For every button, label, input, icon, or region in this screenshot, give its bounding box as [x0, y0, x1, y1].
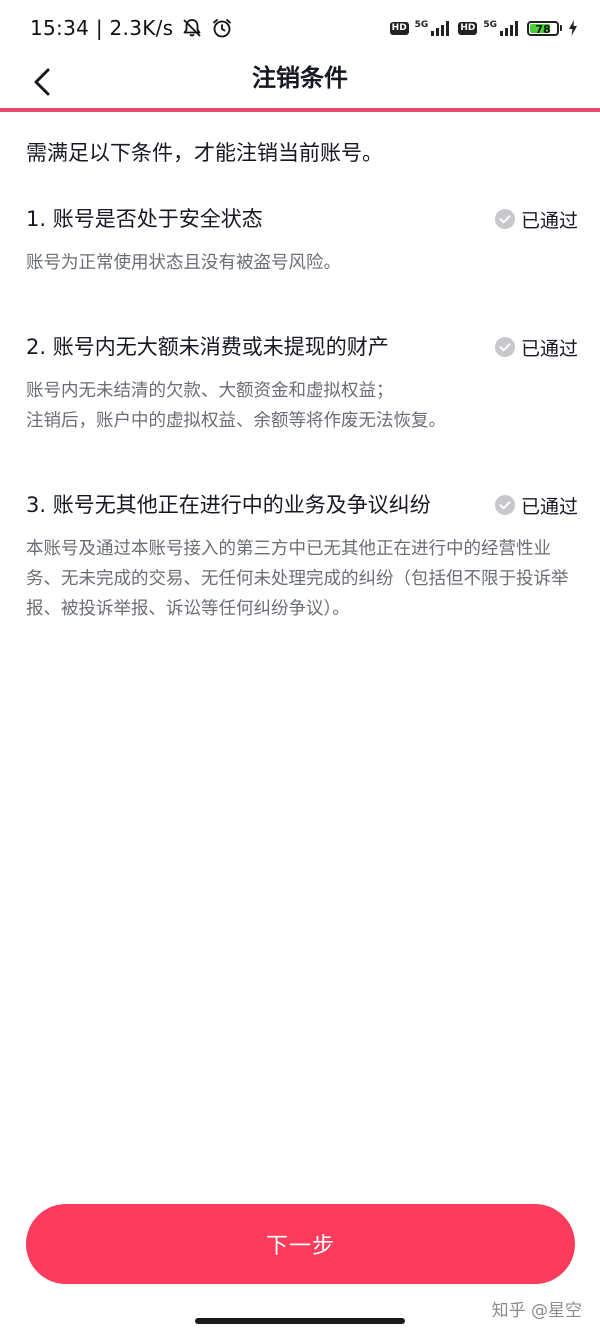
- condition-item: 2. 账号内无大额未消费或未提现的财产 已通过 账号内无未结清的欠款、大额资金和…: [26, 332, 578, 436]
- battery-body: 78: [527, 20, 559, 36]
- condition-header: 1. 账号是否处于安全状态 已通过: [26, 204, 578, 234]
- check-circle-icon: [494, 494, 516, 516]
- check-circle-icon: [494, 208, 516, 230]
- condition-description-line: 注销后，账户中的虚拟权益、余额等将作废无法恢复。: [26, 411, 446, 431]
- condition-item: 3. 账号无其他正在进行中的业务及争议纠纷 已通过 本账号及通过本账号接入的第三…: [26, 490, 578, 624]
- status-left: 15:34 | 2.3K/s: [30, 16, 233, 40]
- watermark: 知乎 @星空: [491, 1301, 582, 1321]
- status-passed-label: 已通过: [520, 209, 578, 232]
- status-right: HD 5G HD 5G 78: [389, 20, 578, 36]
- condition-description: 账号内无未结清的欠款、大额资金和虚拟权益； 注销后，账户中的虚拟权益、余额等将作…: [26, 376, 578, 436]
- status-time: 15:34 | 2.3K/s: [30, 16, 173, 40]
- condition-status: 已通过: [494, 206, 578, 233]
- signal-icon: [431, 21, 450, 36]
- status-bar: 15:34 | 2.3K/s HD 5G HD 5G 78: [0, 0, 600, 56]
- battery-cap: [560, 25, 562, 31]
- status-separator: |: [95, 16, 110, 40]
- intro-text: 需满足以下条件，才能注销当前账号。: [26, 141, 383, 165]
- condition-status: 已通过: [494, 492, 578, 519]
- condition-header: 2. 账号内无大额未消费或未提现的财产 已通过: [26, 332, 578, 362]
- condition-title: 2. 账号内无大额未消费或未提现的财产: [26, 335, 389, 359]
- net-speed: 2.3K/s: [109, 16, 174, 40]
- status-passed-label: 已通过: [520, 495, 578, 518]
- back-button[interactable]: [22, 62, 62, 102]
- home-indicator[interactable]: [195, 1318, 405, 1324]
- sim2-signal: 5G: [483, 20, 521, 36]
- status-passed-label: 已通过: [520, 337, 578, 360]
- screen: 15:34 | 2.3K/s HD 5G HD 5G 78 注销条件 需满足以下…: [0, 0, 600, 1333]
- condition-item: 1. 账号是否处于安全状态 已通过 账号为正常使用状态且没有被盗号风险。: [26, 204, 578, 278]
- next-step-button[interactable]: 下一步: [26, 1204, 575, 1284]
- page-title: 注销条件: [252, 64, 348, 92]
- condition-header: 3. 账号无其他正在进行中的业务及争议纠纷 已通过: [26, 490, 578, 520]
- condition-title: 3. 账号无其他正在进行中的业务及争议纠纷: [26, 493, 431, 517]
- condition-description: 本账号及通过本账号接入的第三方中已无其他正在进行中的经营性业务、无未完成的交易、…: [26, 539, 569, 619]
- charging-icon: [568, 20, 578, 36]
- mute-bell-icon: [181, 17, 203, 39]
- clock-time: 15:34: [30, 16, 90, 40]
- condition-title: 1. 账号是否处于安全状态: [26, 207, 263, 231]
- next-step-label: 下一步: [265, 1234, 335, 1259]
- sim2-hd-badge: HD: [458, 21, 478, 35]
- check-circle-icon: [494, 336, 516, 358]
- alarm-icon: [211, 17, 233, 39]
- sim1-net-type: 5G: [414, 20, 429, 30]
- battery-icon: 78: [527, 20, 562, 36]
- condition-description-line: 账号内无未结清的欠款、大额资金和虚拟权益；: [26, 381, 394, 401]
- sim1-signal: 5G: [415, 20, 453, 36]
- sim2-net-type: 5G: [483, 20, 497, 30]
- signal-icon: [500, 21, 518, 36]
- condition-status: 已通过: [494, 334, 578, 361]
- conditions-content: 需满足以下条件，才能注销当前账号。 1. 账号是否处于安全状态 已通过 账号为正…: [26, 112, 578, 624]
- battery-level: 78: [535, 22, 551, 36]
- chevron-left-icon: [34, 68, 50, 96]
- condition-description: 账号为正常使用状态且没有被盗号风险。: [26, 253, 341, 273]
- navigation-header: 注销条件: [0, 56, 600, 108]
- sim1-hd-badge: HD: [389, 21, 409, 35]
